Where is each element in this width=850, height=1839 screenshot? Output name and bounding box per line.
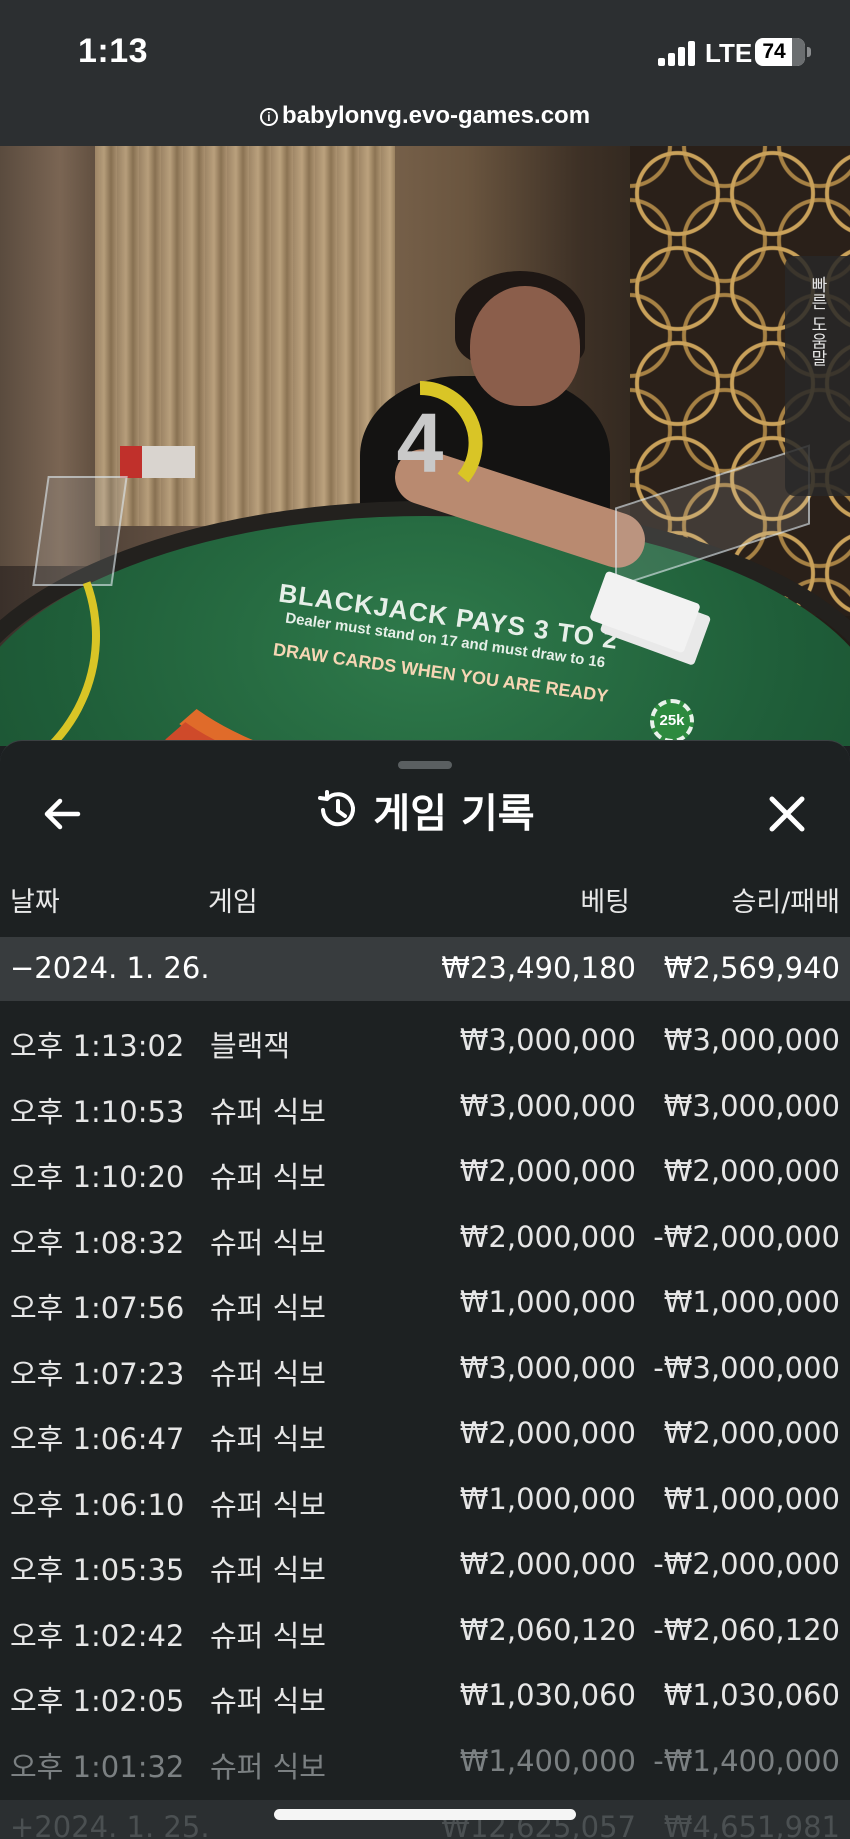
row-time: 오후 1:07:56 bbox=[10, 1291, 185, 1325]
history-row[interactable]: 오후 1:07:23 슈퍼 식보 ₩3,000,000 -₩3,000,000 bbox=[0, 1335, 850, 1401]
row-bet: ₩3,000,000 bbox=[459, 1350, 636, 1385]
date-group-row[interactable]: −2024. 1. 26. ₩23,490,180 ₩2,569,940 bbox=[0, 937, 850, 1001]
countdown-value: 4 bbox=[396, 396, 444, 490]
live-video[interactable]: BLACKJACK PAYS 3 TO 2 Dealer must stand … bbox=[0, 146, 850, 746]
url-text: babylonvg.evo-games.com bbox=[281, 102, 591, 129]
row-game: 슈퍼 식보 bbox=[210, 1422, 326, 1456]
row-bet: ₩1,000,000 bbox=[459, 1285, 636, 1319]
close-button[interactable] bbox=[762, 789, 812, 839]
row-result: ₩1,000,000 bbox=[663, 1481, 840, 1516]
history-clock-icon bbox=[315, 788, 359, 832]
row-bet: ₩1,000,000 bbox=[459, 1481, 636, 1516]
row-time: 오후 1:10:20 bbox=[10, 1160, 185, 1194]
row-result: -₩3,000,000 bbox=[653, 1350, 840, 1385]
history-row[interactable]: 오후 1:05:35 슈퍼 식보 ₩2,000,000 -₩2,000,000 bbox=[0, 1531, 850, 1597]
info-icon: i bbox=[259, 108, 278, 126]
next-date-group-total-result: ₩4,651,981 bbox=[663, 1810, 840, 1839]
row-result: -₩1,400,000 bbox=[653, 1743, 840, 1778]
history-row[interactable]: 오후 1:06:10 슈퍼 식보 ₩1,000,000 ₩1,000,000 bbox=[0, 1466, 850, 1532]
history-row[interactable]: 오후 1:13:02 블랙잭 ₩3,000,000 ₩3,000,000 bbox=[0, 1007, 850, 1073]
date-group-label: −2024. 1. 26. bbox=[10, 951, 210, 985]
row-result: ₩1,030,060 bbox=[663, 1678, 840, 1712]
row-game: 슈퍼 식보 bbox=[210, 1225, 326, 1260]
status-bar: 1:13 LTE 74 bbox=[0, 0, 850, 100]
row-result: ₩2,000,000 bbox=[663, 1154, 840, 1188]
row-time: 오후 1:13:02 bbox=[10, 1029, 185, 1063]
panel-header: 게임 기록 bbox=[0, 781, 850, 841]
row-game: 슈퍼 식보 bbox=[210, 1684, 326, 1718]
row-bet: ₩1,400,000 bbox=[459, 1743, 636, 1778]
row-game: 슈퍼 식보 bbox=[210, 1356, 326, 1391]
battery-level: 74 bbox=[762, 40, 786, 63]
history-row[interactable]: 오후 1:08:32 슈퍼 식보 ₩2,000,000 -₩2,000,000 bbox=[0, 1204, 850, 1270]
row-game: 슈퍼 식보 bbox=[210, 1618, 326, 1653]
row-time: 오후 1:05:35 bbox=[10, 1553, 185, 1587]
row-game: 슈퍼 식보 bbox=[210, 1160, 326, 1194]
row-result: -₩2,000,000 bbox=[653, 1547, 840, 1581]
quick-help-button[interactable]: 빠른 도움말 bbox=[785, 256, 850, 496]
row-game: 슈퍼 식보 bbox=[210, 1291, 326, 1325]
history-row[interactable]: 오후 1:06:47 슈퍼 식보 ₩2,000,000 ₩2,000,000 bbox=[0, 1400, 850, 1466]
countdown-timer: 4 bbox=[345, 368, 495, 518]
row-result: -₩2,060,120 bbox=[653, 1612, 840, 1647]
row-game: 블랙잭 bbox=[210, 1029, 291, 1063]
battery-icon: 74 bbox=[755, 38, 805, 66]
row-game: 슈퍼 식보 bbox=[210, 1094, 326, 1129]
row-result: ₩2,000,000 bbox=[663, 1416, 840, 1450]
row-bet: ₩2,060,120 bbox=[459, 1612, 636, 1647]
history-row[interactable]: 오후 1:10:53 슈퍼 식보 ₩3,000,000 ₩3,000,000 bbox=[0, 1073, 850, 1139]
row-game: 슈퍼 식보 bbox=[210, 1553, 326, 1587]
date-group-total-bet: ₩23,490,180 bbox=[441, 951, 636, 985]
history-row[interactable]: 오후 1:02:42 슈퍼 식보 ₩2,060,120 -₩2,060,120 bbox=[0, 1597, 850, 1663]
battery-tip bbox=[807, 47, 811, 57]
history-row[interactable]: 오후 1:02:05 슈퍼 식보 ₩1,030,060 ₩1,030,060 bbox=[0, 1662, 850, 1728]
network-type: LTE bbox=[705, 38, 753, 68]
history-list: 오후 1:13:02 블랙잭 ₩3,000,000 ₩3,000,000 오후 … bbox=[0, 1007, 850, 1793]
row-result: ₩1,000,000 bbox=[663, 1285, 840, 1319]
clock: 1:13 bbox=[78, 32, 149, 70]
row-result: -₩2,000,000 bbox=[653, 1219, 840, 1254]
cellular-signal-icon bbox=[658, 40, 698, 66]
column-header-game: 게임 bbox=[208, 887, 258, 918]
row-time: 오후 1:01:32 bbox=[10, 1749, 185, 1784]
history-row[interactable]: 오후 1:07:56 슈퍼 식보 ₩1,000,000 ₩1,000,000 bbox=[0, 1269, 850, 1335]
quick-help-label: 빠른 도움말 bbox=[807, 276, 827, 367]
column-header-date: 날짜 bbox=[10, 887, 60, 918]
card-box bbox=[120, 446, 195, 478]
row-result: ₩3,000,000 bbox=[663, 1023, 840, 1057]
row-bet: ₩2,000,000 bbox=[459, 1547, 636, 1581]
column-header-result: 승리/패배 bbox=[731, 887, 840, 918]
panel-title: 게임 기록 bbox=[373, 791, 535, 837]
column-header-bet: 베팅 bbox=[580, 887, 630, 918]
row-result: ₩3,000,000 bbox=[663, 1088, 840, 1123]
date-group-total-result: ₩2,569,940 bbox=[663, 951, 840, 985]
row-bet: ₩2,000,000 bbox=[459, 1154, 636, 1188]
chip: 25k bbox=[650, 699, 694, 743]
row-time: 오후 1:08:32 bbox=[10, 1225, 185, 1260]
drag-handle[interactable] bbox=[398, 761, 452, 769]
close-icon bbox=[769, 796, 805, 832]
row-bet: ₩3,000,000 bbox=[459, 1088, 636, 1123]
row-time: 오후 1:10:53 bbox=[10, 1094, 185, 1129]
row-time: 오후 1:07:23 bbox=[10, 1356, 185, 1391]
row-time: 오후 1:02:42 bbox=[10, 1618, 185, 1653]
row-bet: ₩2,000,000 bbox=[459, 1219, 636, 1254]
row-time: 오후 1:02:05 bbox=[10, 1684, 185, 1718]
history-row[interactable]: 오후 1:10:20 슈퍼 식보 ₩2,000,000 ₩2,000,000 bbox=[0, 1138, 850, 1204]
row-game: 슈퍼 식보 bbox=[210, 1749, 326, 1784]
next-date-group-label: +2024. 1. 25. bbox=[10, 1810, 210, 1839]
row-game: 슈퍼 식보 bbox=[210, 1487, 326, 1522]
address-bar[interactable]: i babylonvg.evo-games.com bbox=[0, 100, 850, 146]
row-bet: ₩1,030,060 bbox=[459, 1678, 636, 1712]
history-row[interactable]: 오후 1:01:32 슈퍼 식보 ₩1,400,000 -₩1,400,000 bbox=[0, 1728, 850, 1794]
home-indicator[interactable] bbox=[274, 1809, 576, 1820]
row-time: 오후 1:06:47 bbox=[10, 1422, 185, 1456]
row-bet: ₩3,000,000 bbox=[459, 1023, 636, 1057]
row-time: 오후 1:06:10 bbox=[10, 1487, 185, 1522]
row-bet: ₩2,000,000 bbox=[459, 1416, 636, 1450]
